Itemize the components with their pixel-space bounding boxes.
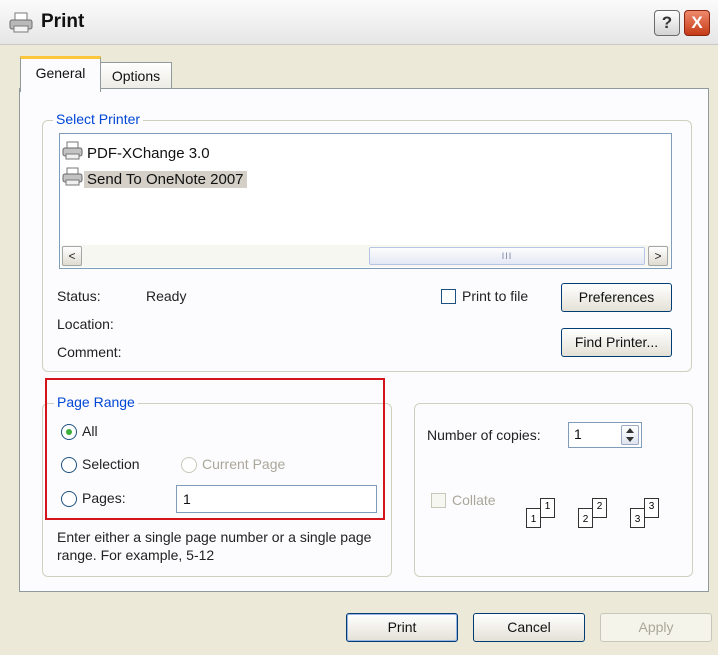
spin-up-icon[interactable] bbox=[626, 428, 634, 433]
collate-label[interactable]: Collate bbox=[452, 492, 496, 508]
horizontal-scrollbar[interactable]: < III > bbox=[61, 245, 670, 267]
printer-name: Send To OneNote 2007 bbox=[84, 170, 247, 188]
page-range-hint: Enter either a single page number or a s… bbox=[57, 529, 372, 563]
printer-item-send-to-onenote[interactable]: Send To OneNote 2007 bbox=[62, 167, 247, 191]
close-button[interactable]: X bbox=[684, 10, 710, 36]
copies-spinner[interactable] bbox=[621, 425, 639, 445]
help-button[interactable]: ? bbox=[654, 10, 680, 36]
collate-page: 3 bbox=[630, 508, 645, 528]
scroll-right-button[interactable]: > bbox=[648, 246, 668, 266]
page-range-highlight bbox=[45, 378, 385, 520]
status-value: Ready bbox=[146, 288, 187, 304]
collate-page: 2 bbox=[592, 498, 607, 518]
collate-illustration-icon: 1 1 2 2 3 3 bbox=[526, 490, 684, 540]
printer-icon bbox=[62, 141, 84, 165]
window-title: Print bbox=[41, 11, 85, 32]
title-bar[interactable]: Print ? X bbox=[0, 0, 718, 45]
find-printer-button[interactable]: Find Printer... bbox=[561, 328, 672, 357]
scroll-left-button[interactable]: < bbox=[62, 246, 82, 266]
collate-page: 2 bbox=[578, 508, 593, 528]
select-printer-legend: Select Printer bbox=[53, 111, 144, 127]
printer-icon bbox=[62, 167, 84, 191]
print-to-file-checkbox[interactable] bbox=[441, 289, 456, 304]
copies-value: 1 bbox=[574, 426, 582, 442]
scrollbar-thumb[interactable]: III bbox=[369, 247, 645, 265]
collate-checkbox[interactable] bbox=[431, 493, 446, 508]
printer-name: PDF-XChange 3.0 bbox=[87, 144, 210, 162]
printer-item-pdf-xchange[interactable]: PDF-XChange 3.0 bbox=[62, 141, 213, 165]
print-dialog: Print ? X General Options Select Printer… bbox=[0, 0, 718, 655]
copies-input[interactable]: 1 bbox=[568, 422, 642, 448]
print-to-file-label[interactable]: Print to file bbox=[462, 288, 528, 304]
collate-page: 3 bbox=[644, 498, 659, 518]
collate-page: 1 bbox=[540, 498, 555, 518]
print-button[interactable]: Print bbox=[346, 613, 458, 642]
tab-options[interactable]: Options bbox=[100, 62, 172, 89]
collate-page: 1 bbox=[526, 508, 541, 528]
apply-button[interactable]: Apply bbox=[600, 613, 712, 642]
comment-label: Comment: bbox=[57, 344, 122, 360]
tab-general[interactable]: General bbox=[20, 56, 101, 92]
cancel-button[interactable]: Cancel bbox=[473, 613, 585, 642]
spin-down-icon[interactable] bbox=[626, 437, 634, 442]
number-of-copies-label: Number of copies: bbox=[427, 427, 541, 443]
printer-list[interactable]: PDF-XChange 3.0 Send To OneNote 2007 < I… bbox=[59, 133, 672, 269]
printer-icon bbox=[9, 12, 35, 39]
location-label: Location: bbox=[57, 316, 114, 332]
preferences-button[interactable]: Preferences bbox=[561, 283, 672, 312]
status-label: Status: bbox=[57, 288, 101, 304]
